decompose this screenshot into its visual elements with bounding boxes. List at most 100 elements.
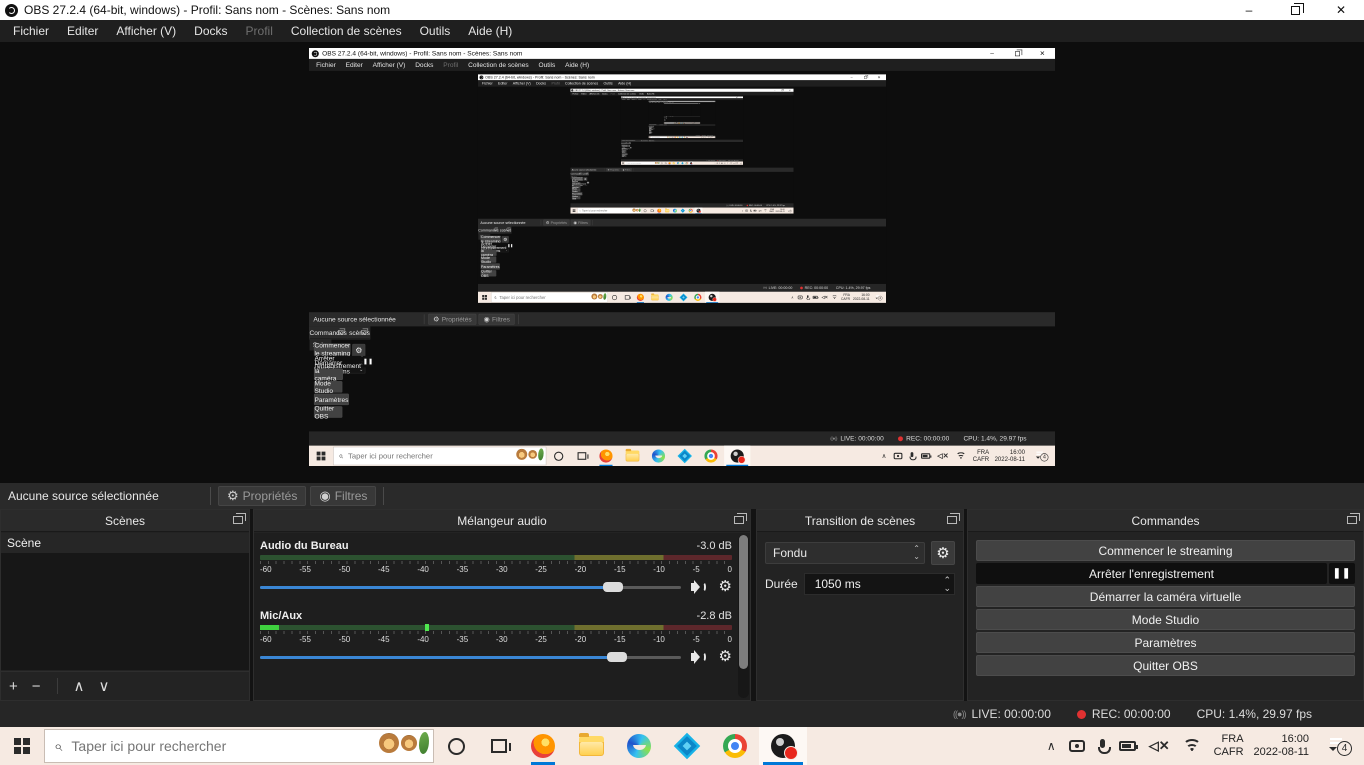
channel-settings-gear-icon[interactable]: ⚙ (719, 580, 732, 594)
scrollbar-thumb[interactable] (739, 535, 748, 669)
dock-popout-icon[interactable] (947, 516, 957, 524)
notification-badge: 4 (1337, 741, 1352, 756)
stop-recording-button[interactable]: Arrêter l'enregistrement (976, 563, 1327, 584)
kodi-taskbar-button[interactable] (663, 727, 711, 765)
properties-button[interactable]: ⚙ Propriétés (218, 486, 306, 506)
transition-selected-value: Fondu (773, 546, 807, 560)
move-scene-up-button[interactable]: ∧ (74, 677, 85, 695)
volume-meter (260, 625, 732, 630)
clock-time: 16:00 (1254, 733, 1309, 746)
language-code: FRA (1214, 733, 1244, 746)
wifi-icon[interactable] (1183, 740, 1201, 753)
volume-slider-handle[interactable] (603, 582, 623, 592)
tray-chevron-icon[interactable]: ∧ (1047, 739, 1056, 753)
quit-obs-button[interactable]: Quitter OBS (976, 655, 1355, 676)
volume-slider[interactable] (260, 580, 681, 594)
cortana-button[interactable] (448, 738, 465, 755)
kodi-icon (674, 733, 700, 759)
tray-language-clock[interactable]: FRA CAFR 16:00 2022-08-11 (1214, 733, 1309, 759)
restore-button[interactable] (1272, 0, 1318, 20)
source-toolbar: Aucune source sélectionnée ⚙ Propriétés … (0, 483, 1364, 509)
start-streaming-button[interactable]: Commencer le streaming (976, 540, 1355, 561)
taskbar-search[interactable]: ⌕ (44, 729, 434, 763)
add-scene-button[interactable]: + (9, 678, 18, 695)
source-status-text: Aucune source sélectionnée (0, 489, 205, 503)
edge-taskbar-button[interactable] (615, 727, 663, 765)
channel-settings-gear-icon[interactable]: ⚙ (719, 650, 732, 664)
menu-item-collection-de-scenes[interactable]: Collection de scènes (282, 21, 411, 41)
obs-icon (771, 734, 795, 758)
scenes-dock: Scènes Scène + − ∧ ∨ (0, 509, 250, 701)
obs-taskbar-button[interactable] (759, 727, 807, 765)
task-view-button[interactable] (491, 739, 507, 753)
menu-item-aide[interactable]: Aide (H) (459, 21, 521, 41)
display-capture-preview: OBS 27.2.4 (64-bit, windows) - Profil: S… (309, 48, 1055, 466)
menu-item-fichier[interactable]: Fichier (4, 21, 58, 41)
dock-popout-icon[interactable] (1347, 516, 1357, 524)
edge-icon (627, 734, 651, 758)
explorer-icon (579, 736, 604, 756)
transitions-dock-header[interactable]: Transition de scènes (757, 510, 963, 532)
properties-label: Propriétés (243, 489, 298, 503)
meter-scale: -60-55-50-45-40-35-30-25-20-15-10-50 (260, 635, 732, 644)
explorer-taskbar-button[interactable] (567, 727, 615, 765)
speaker-icon[interactable] (691, 580, 709, 594)
mixer-channel-desktop-audio: Audio du Bureau -3.0 dB -60-55-50-45-40-… (260, 540, 732, 594)
start-button[interactable] (0, 727, 44, 765)
firefox-taskbar-button[interactable] (519, 727, 567, 765)
dock-popout-icon[interactable] (233, 516, 243, 524)
cpu-fps-stats: CPU: 1.4%, 29.97 fps (1197, 707, 1312, 721)
battery-icon[interactable] (1119, 741, 1136, 751)
chrome-taskbar-button[interactable] (711, 727, 759, 765)
system-tray: ∧ ◁✕ FRA CAFR 16:00 2022-08-11 4 (1047, 733, 1364, 759)
duration-spinbox[interactable]: 1050 ms ⌃⌄ (804, 573, 955, 595)
plant-decoration-icon (419, 732, 429, 754)
minimize-button[interactable]: – (1226, 0, 1272, 20)
menu-bar: FichierEditerAfficher (V)DocksProfilColl… (0, 20, 1364, 42)
move-scene-down-button[interactable]: ∨ (99, 677, 110, 695)
menu-item-profil[interactable]: Profil (237, 21, 282, 41)
meter-scale: -60-55-50-45-40-35-30-25-20-15-10-50 (260, 565, 732, 574)
settings-button[interactable]: Paramètres (976, 632, 1355, 653)
mixer-dock-header[interactable]: Mélangeur audio (254, 510, 750, 532)
controls-button-list: Commencer le streamingArrêter l'enregist… (968, 533, 1363, 700)
notification-center-button[interactable]: 4 (1322, 734, 1356, 758)
menu-item-editer[interactable]: Editer (58, 21, 107, 41)
mixer-channel-mic-aux: Mic/Aux -2.8 dB -60-55-50-45-40-35-30-25… (260, 610, 732, 664)
preview-canvas[interactable]: OBS 27.2.4 (64-bit, windows) - Profil: S… (0, 42, 1364, 483)
toolbar-separator (210, 487, 211, 505)
speaker-muted-icon[interactable]: ◁✕ (1149, 738, 1170, 754)
recording-dot-icon (1077, 710, 1086, 719)
transition-select[interactable]: Fondu ⌃⌄ (765, 542, 925, 564)
studio-mode-button[interactable]: Mode Studio (976, 609, 1355, 630)
meter-ticks (260, 561, 732, 564)
dock-popout-icon[interactable] (734, 516, 744, 524)
mixer-scrollbar[interactable] (738, 535, 749, 698)
microphone-icon[interactable] (1098, 739, 1106, 754)
controls-title: Commandes (1131, 514, 1199, 528)
menu-item-afficher[interactable]: Afficher (V) (107, 21, 185, 41)
spinbox-arrows-icon[interactable]: ⌃⌄ (943, 574, 951, 594)
search-highlight-decoration[interactable] (379, 732, 429, 754)
transition-settings-button[interactable]: ⚙ (931, 541, 955, 565)
volume-slider-handle[interactable] (607, 652, 627, 662)
remove-scene-button[interactable]: − (32, 678, 41, 695)
menu-item-outils[interactable]: Outils (411, 21, 460, 41)
scenes-dock-header[interactable]: Scènes (1, 510, 249, 532)
speaker-icon[interactable] (691, 650, 709, 664)
menu-item-docks[interactable]: Docks (185, 21, 236, 41)
filters-button[interactable]: ◉ Filtres (310, 486, 376, 506)
start-virtualcam-button[interactable]: Démarrer la caméra virtuelle (976, 586, 1355, 607)
controls-dock-header[interactable]: Commandes (968, 510, 1363, 532)
volume-slider[interactable] (260, 650, 681, 664)
scene-list-item[interactable]: Scène (1, 533, 249, 553)
pause-recording-button[interactable]: ❚❚ (1329, 563, 1355, 584)
screen-record-icon[interactable] (1069, 740, 1085, 752)
controls-dock: Commandes Commencer le streamingArrêter … (967, 509, 1364, 701)
lion-emoji-icon (379, 733, 399, 753)
combo-arrows-icon: ⌃⌄ (913, 545, 920, 561)
close-button[interactable]: ✕ (1318, 0, 1364, 20)
meter-ticks (260, 631, 732, 634)
channel-db-value: -3.0 dB (697, 540, 732, 552)
gear-icon: ⚙ (227, 489, 239, 503)
